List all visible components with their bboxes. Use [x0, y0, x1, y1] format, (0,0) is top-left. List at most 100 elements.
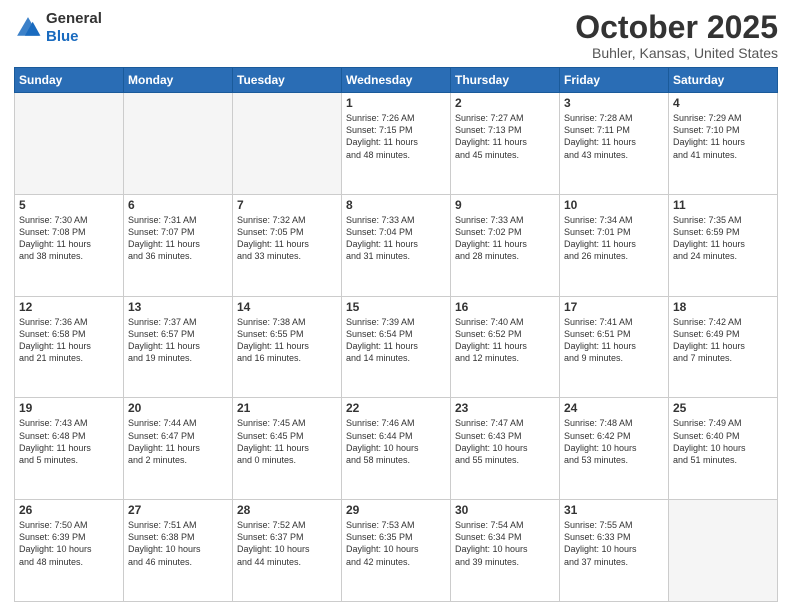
day-header-thursday: Thursday	[451, 68, 560, 93]
day-header-saturday: Saturday	[669, 68, 778, 93]
day-info: Sunrise: 7:36 AM Sunset: 6:58 PM Dayligh…	[19, 316, 119, 365]
day-cell	[124, 93, 233, 195]
day-cell: 20Sunrise: 7:44 AM Sunset: 6:47 PM Dayli…	[124, 398, 233, 500]
day-info: Sunrise: 7:29 AM Sunset: 7:10 PM Dayligh…	[673, 112, 773, 161]
title-block: October 2025 Buhler, Kansas, United Stat…	[575, 10, 778, 61]
day-number: 11	[673, 198, 773, 212]
day-info: Sunrise: 7:31 AM Sunset: 7:07 PM Dayligh…	[128, 214, 228, 263]
day-info: Sunrise: 7:28 AM Sunset: 7:11 PM Dayligh…	[564, 112, 664, 161]
day-info: Sunrise: 7:47 AM Sunset: 6:43 PM Dayligh…	[455, 417, 555, 466]
day-info: Sunrise: 7:37 AM Sunset: 6:57 PM Dayligh…	[128, 316, 228, 365]
day-cell: 27Sunrise: 7:51 AM Sunset: 6:38 PM Dayli…	[124, 500, 233, 602]
logo-icon	[14, 14, 42, 42]
day-cell: 31 Sunrise: 7:55 AM Sunset: 6:33 PM Dayli…	[560, 500, 669, 602]
day-info: Sunrise: 7:39 AM Sunset: 6:54 PM Dayligh…	[346, 316, 446, 365]
week-row-5: 26 Sunrise: 7:50 AM Sunset: 6:39 PM Dayli…	[15, 500, 778, 602]
day-cell: 24 Sunrise: 7:48 AM Sunset: 6:42 PM Dayli…	[560, 398, 669, 500]
day-number: 26	[19, 503, 119, 517]
location: Buhler, Kansas, United States	[575, 45, 778, 61]
day-cell	[233, 93, 342, 195]
day-number: 23	[455, 401, 555, 415]
day-info: Sunrise: 7:42 AM Sunset: 6:49 PM Dayligh…	[673, 316, 773, 365]
day-info: Sunrise: 7:26 AM Sunset: 7:15 PM Dayligh…	[346, 112, 446, 161]
day-number: 19	[19, 401, 119, 415]
day-number: 1	[346, 96, 446, 110]
day-number: 31	[564, 503, 664, 517]
day-info: Sunrise: 7:46 AM Sunset: 6:44 PM Dayligh…	[346, 417, 446, 466]
day-cell: 21Sunrise: 7:45 AM Sunset: 6:45 PM Dayli…	[233, 398, 342, 500]
day-cell: 16 Sunrise: 7:40 AM Sunset: 6:52 PM Dayli…	[451, 296, 560, 398]
day-cell: 2Sunrise: 7:27 AM Sunset: 7:13 PM Daylig…	[451, 93, 560, 195]
day-cell: 8Sunrise: 7:33 AM Sunset: 7:04 PM Daylig…	[342, 194, 451, 296]
day-cell: 26 Sunrise: 7:50 AM Sunset: 6:39 PM Dayli…	[15, 500, 124, 602]
calendar: SundayMondayTuesdayWednesdayThursdayFrid…	[14, 67, 778, 602]
day-cell: 1 Sunrise: 7:26 AM Sunset: 7:15 PM Daylig…	[342, 93, 451, 195]
day-header-tuesday: Tuesday	[233, 68, 342, 93]
day-cell: 4 Sunrise: 7:29 AM Sunset: 7:10 PM Daylig…	[669, 93, 778, 195]
day-number: 28	[237, 503, 337, 517]
day-header-row: SundayMondayTuesdayWednesdayThursdayFrid…	[15, 68, 778, 93]
day-header-wednesday: Wednesday	[342, 68, 451, 93]
day-info: Sunrise: 7:35 AM Sunset: 6:59 PM Dayligh…	[673, 214, 773, 263]
week-row-3: 12 Sunrise: 7:36 AM Sunset: 6:58 PM Dayli…	[15, 296, 778, 398]
month-title: October 2025	[575, 10, 778, 45]
day-cell: 25 Sunrise: 7:49 AM Sunset: 6:40 PM Dayli…	[669, 398, 778, 500]
logo-text: General Blue	[46, 10, 102, 46]
day-info: Sunrise: 7:33 AM Sunset: 7:04 PM Dayligh…	[346, 214, 446, 263]
day-cell: 18 Sunrise: 7:42 AM Sunset: 6:49 PM Dayli…	[669, 296, 778, 398]
day-number: 30	[455, 503, 555, 517]
day-number: 9	[455, 198, 555, 212]
day-cell: 30 Sunrise: 7:54 AM Sunset: 6:34 PM Dayli…	[451, 500, 560, 602]
day-number: 12	[19, 300, 119, 314]
day-cell: 23 Sunrise: 7:47 AM Sunset: 6:43 PM Dayli…	[451, 398, 560, 500]
day-header-monday: Monday	[124, 68, 233, 93]
day-info: Sunrise: 7:49 AM Sunset: 6:40 PM Dayligh…	[673, 417, 773, 466]
day-number: 2	[455, 96, 555, 110]
day-number: 22	[346, 401, 446, 415]
logo-blue: Blue	[46, 28, 102, 46]
day-cell: 10 Sunrise: 7:34 AM Sunset: 7:01 PM Dayli…	[560, 194, 669, 296]
day-number: 10	[564, 198, 664, 212]
day-number: 18	[673, 300, 773, 314]
day-cell: 28 Sunrise: 7:52 AM Sunset: 6:37 PM Dayli…	[233, 500, 342, 602]
day-number: 25	[673, 401, 773, 415]
day-number: 15	[346, 300, 446, 314]
day-number: 14	[237, 300, 337, 314]
day-number: 27	[128, 503, 228, 517]
day-number: 20	[128, 401, 228, 415]
day-info: Sunrise: 7:32 AM Sunset: 7:05 PM Dayligh…	[237, 214, 337, 263]
day-number: 4	[673, 96, 773, 110]
day-cell	[15, 93, 124, 195]
day-info: Sunrise: 7:55 AM Sunset: 6:33 PM Dayligh…	[564, 519, 664, 568]
day-info: Sunrise: 7:38 AM Sunset: 6:55 PM Dayligh…	[237, 316, 337, 365]
day-info: Sunrise: 7:50 AM Sunset: 6:39 PM Dayligh…	[19, 519, 119, 568]
day-cell: 12 Sunrise: 7:36 AM Sunset: 6:58 PM Dayli…	[15, 296, 124, 398]
day-cell: 11 Sunrise: 7:35 AM Sunset: 6:59 PM Dayli…	[669, 194, 778, 296]
day-info: Sunrise: 7:40 AM Sunset: 6:52 PM Dayligh…	[455, 316, 555, 365]
day-info: Sunrise: 7:45 AM Sunset: 6:45 PM Dayligh…	[237, 417, 337, 466]
day-cell: 6 Sunrise: 7:31 AM Sunset: 7:07 PM Daylig…	[124, 194, 233, 296]
day-info: Sunrise: 7:34 AM Sunset: 7:01 PM Dayligh…	[564, 214, 664, 263]
day-info: Sunrise: 7:43 AM Sunset: 6:48 PM Dayligh…	[19, 417, 119, 466]
day-header-friday: Friday	[560, 68, 669, 93]
day-cell: 5Sunrise: 7:30 AM Sunset: 7:08 PM Daylig…	[15, 194, 124, 296]
week-row-2: 5Sunrise: 7:30 AM Sunset: 7:08 PM Daylig…	[15, 194, 778, 296]
day-info: Sunrise: 7:48 AM Sunset: 6:42 PM Dayligh…	[564, 417, 664, 466]
day-cell: 15 Sunrise: 7:39 AM Sunset: 6:54 PM Dayli…	[342, 296, 451, 398]
day-number: 17	[564, 300, 664, 314]
day-number: 24	[564, 401, 664, 415]
page: General Blue October 2025 Buhler, Kansas…	[0, 0, 792, 612]
day-number: 6	[128, 198, 228, 212]
day-number: 13	[128, 300, 228, 314]
day-info: Sunrise: 7:53 AM Sunset: 6:35 PM Dayligh…	[346, 519, 446, 568]
day-info: Sunrise: 7:54 AM Sunset: 6:34 PM Dayligh…	[455, 519, 555, 568]
week-row-4: 19 Sunrise: 7:43 AM Sunset: 6:48 PM Dayli…	[15, 398, 778, 500]
day-cell: 22 Sunrise: 7:46 AM Sunset: 6:44 PM Dayli…	[342, 398, 451, 500]
day-number: 16	[455, 300, 555, 314]
day-info: Sunrise: 7:52 AM Sunset: 6:37 PM Dayligh…	[237, 519, 337, 568]
day-cell: 7Sunrise: 7:32 AM Sunset: 7:05 PM Daylig…	[233, 194, 342, 296]
day-cell: 29Sunrise: 7:53 AM Sunset: 6:35 PM Dayli…	[342, 500, 451, 602]
day-cell	[669, 500, 778, 602]
day-cell: 17Sunrise: 7:41 AM Sunset: 6:51 PM Dayli…	[560, 296, 669, 398]
day-cell: 19 Sunrise: 7:43 AM Sunset: 6:48 PM Dayli…	[15, 398, 124, 500]
